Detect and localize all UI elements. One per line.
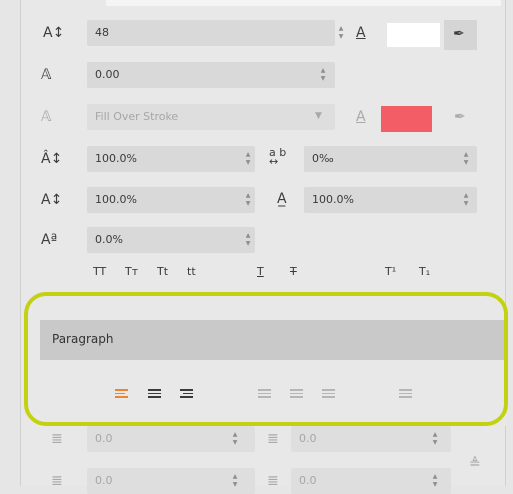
- right-indent-value: 0.0: [95, 474, 113, 487]
- first-line-value: 0.0: [299, 474, 317, 487]
- vertical-scale-icon: Â↕: [41, 151, 63, 167]
- fill-color-icon: A: [356, 25, 366, 41]
- tracking-field[interactable]: 0‰: [304, 146, 477, 172]
- top-field-edge: [106, 0, 501, 6]
- right-indent-stepper[interactable]: ▲ ▼: [231, 473, 239, 489]
- leading-value: 100.0%: [95, 193, 137, 206]
- space-before-field[interactable]: 0.0: [291, 426, 451, 452]
- first-line-icon: ≣: [267, 473, 279, 489]
- right-indent-field[interactable]: 0.0: [87, 468, 255, 494]
- space-before-stepper[interactable]: ▲ ▼: [431, 431, 439, 447]
- tracking-label: a b: [269, 146, 287, 159]
- left-indent-field[interactable]: 0.0: [87, 426, 255, 452]
- horizontal-scale-icon: A̲: [277, 191, 287, 207]
- tracking-icon: a b ↔: [269, 146, 287, 168]
- stroke-mode-value: Fill Over Stroke: [95, 110, 179, 123]
- baseline-shift-icon: Aª: [41, 232, 58, 248]
- left-indent-stepper[interactable]: ▲ ▼: [231, 431, 239, 447]
- eyedropper-icon[interactable]: ✒: [454, 109, 466, 125]
- leading-stepper[interactable]: ▲ ▼: [244, 192, 252, 208]
- stroke-icon: 𝔸: [41, 67, 52, 83]
- lowercase-button[interactable]: tt: [187, 265, 196, 278]
- baseline-shift-value: 0.0%: [95, 233, 123, 246]
- tracking-value: 0‰: [312, 152, 334, 165]
- first-line-field[interactable]: 0.0: [291, 468, 451, 494]
- space-before-value: 0.0: [299, 432, 317, 445]
- stroke-mode-select[interactable]: Fill Over Stroke: [87, 104, 335, 130]
- space-before-icon: ≣: [267, 431, 279, 447]
- leading-icon: A↕: [41, 192, 63, 208]
- superscript-button[interactable]: T¹: [385, 265, 396, 278]
- paragraph-highlight-outline: [24, 292, 508, 426]
- vertical-scale-value: 100.0%: [95, 152, 137, 165]
- font-size-value: 48: [95, 26, 109, 39]
- stroke-color-icon: A: [356, 109, 366, 125]
- underline-button[interactable]: T: [257, 265, 264, 278]
- stroke-color-swatch[interactable]: [381, 106, 432, 132]
- leading-field[interactable]: 100.0%: [87, 187, 255, 213]
- stroke-width-field[interactable]: 0.00: [87, 62, 335, 88]
- eyedropper-button[interactable]: ✒: [444, 20, 477, 50]
- chevron-down-icon[interactable]: ▼: [315, 111, 322, 121]
- strikethrough-button[interactable]: T: [290, 265, 297, 278]
- first-line-stepper[interactable]: ▲ ▼: [431, 473, 439, 489]
- horizontal-scale-value: 100.0%: [312, 193, 354, 206]
- right-indent-icon: ≣: [51, 473, 63, 489]
- stroke-width-stepper[interactable]: ▲ ▼: [319, 67, 327, 83]
- all-caps-button[interactable]: TT: [93, 265, 106, 278]
- eyedropper-icon: ✒: [453, 26, 465, 42]
- space-after-icon: ≜: [469, 456, 481, 472]
- horizontal-scale-field[interactable]: 100.0%: [304, 187, 477, 213]
- vertical-scale-field[interactable]: 100.0%: [87, 146, 255, 172]
- stroke-mode-icon: 𝔸: [41, 109, 52, 125]
- stroke-width-value: 0.00: [95, 68, 120, 81]
- subscript-button[interactable]: T₁: [419, 265, 430, 278]
- tracking-stepper[interactable]: ▲ ▼: [462, 151, 470, 167]
- fill-color-swatch[interactable]: [387, 23, 440, 47]
- baseline-shift-field[interactable]: 0.0%: [87, 227, 255, 253]
- horizontal-scale-stepper[interactable]: ▲ ▼: [462, 192, 470, 208]
- title-case-button[interactable]: Tt: [157, 265, 168, 278]
- left-indent-icon: ≣: [51, 431, 63, 447]
- font-size-icon: A↕: [43, 25, 65, 41]
- font-size-field[interactable]: 48: [87, 20, 335, 46]
- vertical-scale-stepper[interactable]: ▲ ▼: [244, 151, 252, 167]
- left-indent-value: 0.0: [95, 432, 113, 445]
- small-caps-button[interactable]: Tт: [125, 265, 138, 278]
- font-size-stepper[interactable]: ▲ ▼: [337, 25, 345, 41]
- baseline-shift-stepper[interactable]: ▲ ▼: [244, 232, 252, 248]
